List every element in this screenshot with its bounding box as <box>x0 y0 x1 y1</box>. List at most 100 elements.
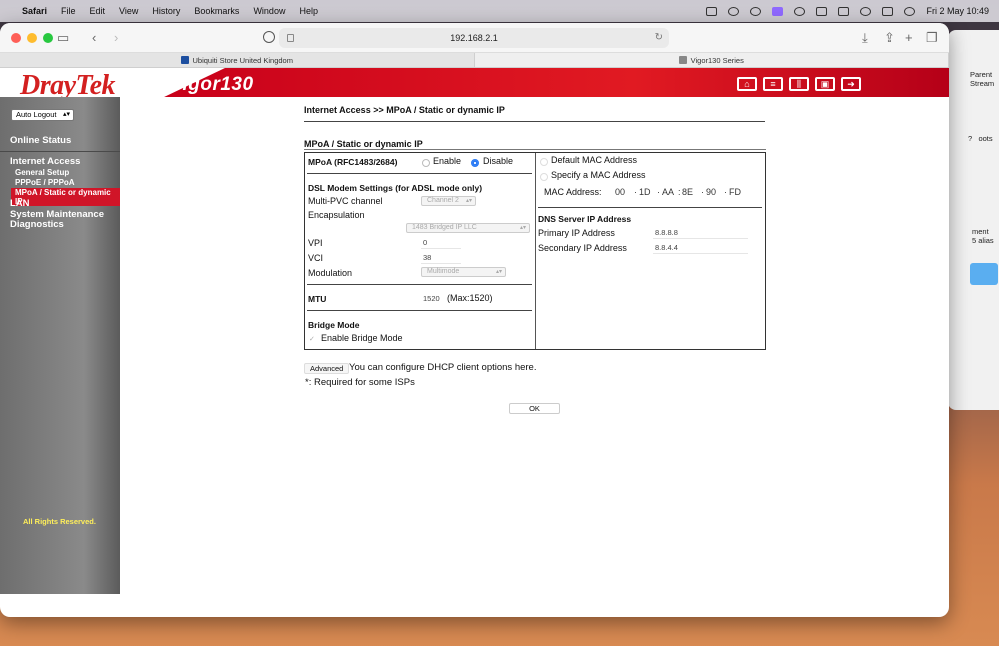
save-icon[interactable]: ▣ <box>815 77 835 91</box>
download-icon[interactable]: ⤓ <box>862 30 868 46</box>
header-icons: ⌂ ≡ ⫼ ▣ ➜ <box>737 77 861 91</box>
section-title: MPoA / Static or dynamic IP <box>304 139 423 149</box>
settings-panel: MPoA (RFC1483/2684) Enable Disable DSL M… <box>304 152 766 350</box>
primary-dns-label: Primary IP Address <box>538 228 615 238</box>
mac-segment-6[interactable]: FD <box>729 187 741 197</box>
mpoa-label: MPoA (RFC1483/2684) <box>308 157 398 167</box>
bridge-mode-label[interactable]: Enable Bridge Mode <box>321 333 403 343</box>
new-tab-icon[interactable]: + <box>905 30 913 45</box>
select-arrow-icon: ▴▾ <box>62 111 70 118</box>
encapsulation-select[interactable]: 1483 Bridged IP LLC ▴▾ <box>406 223 530 233</box>
dsl-title: DSL Modem Settings (for ADSL mode only) <box>308 183 483 193</box>
menu-history[interactable]: History <box>152 6 180 16</box>
select-arrow-icon: ▴▾ <box>465 198 472 204</box>
settings-icon[interactable]: ⫼ <box>789 77 809 91</box>
user-icon[interactable] <box>794 6 806 16</box>
back-icon[interactable]: ‹ <box>92 30 96 45</box>
nav-lan[interactable]: LAN <box>10 198 30 209</box>
mac-segment-1[interactable]: 00 <box>615 187 625 197</box>
peek-text: Parent Stream <box>970 70 995 88</box>
mtu-input[interactable]: 1520 <box>421 294 443 305</box>
mac-segment-2[interactable]: 1D <box>639 187 651 197</box>
panel-divider <box>535 153 536 349</box>
logout-icon[interactable]: ➜ <box>841 77 861 91</box>
menu-view[interactable]: View <box>119 6 138 16</box>
menu-edit[interactable]: Edit <box>90 6 106 16</box>
mac-separator: · <box>634 187 637 197</box>
reload-icon[interactable]: ↻ <box>655 28 663 48</box>
vci-input[interactable]: 38 <box>421 253 461 264</box>
channel-select[interactable]: Channel 2 ▴▾ <box>421 196 476 206</box>
default-mac-radio[interactable] <box>540 158 548 166</box>
row-divider <box>307 284 532 285</box>
page-icon <box>287 34 294 42</box>
primary-dns-input[interactable]: 8.8.8.8 <box>653 228 748 239</box>
bridge-mode-checkbox[interactable]: ✓ <box>309 336 316 343</box>
row-divider <box>307 310 532 311</box>
vpi-input[interactable]: 0 <box>421 238 461 249</box>
siri-icon[interactable] <box>904 6 916 16</box>
mac-segment-3[interactable]: AA <box>662 187 674 197</box>
specify-mac-radio[interactable] <box>540 173 548 181</box>
modulation-select[interactable]: Multimode ▴▾ <box>421 267 506 277</box>
enable-label[interactable]: Enable <box>433 156 461 166</box>
peek-text: ? oots <box>968 134 993 143</box>
default-mac-label[interactable]: Default MAC Address <box>551 155 637 165</box>
screen-mirror-icon[interactable] <box>772 6 784 16</box>
multi-pvc-label: Multi-PVC channel <box>308 196 383 206</box>
fullscreen-window-button[interactable] <box>43 32 53 43</box>
modulation-label: Modulation <box>308 268 353 278</box>
nav-diagnostics[interactable]: Diagnostics <box>10 219 64 230</box>
nav-pppoe[interactable]: PPPoE / PPPoA <box>15 178 75 187</box>
cloud-icon[interactable] <box>728 6 740 16</box>
select-arrow-icon: ▴▾ <box>519 225 526 231</box>
tab-ubiquiti[interactable]: Ubiquiti Store United Kingdom <box>0 53 475 67</box>
disable-label[interactable]: Disable <box>483 156 513 166</box>
tab-overview-icon[interactable]: ❐ <box>926 30 938 46</box>
mpoa-disable-radio[interactable] <box>471 159 479 167</box>
menu-bar: Safari File Edit View History Bookmarks … <box>0 0 999 22</box>
address-bar[interactable]: 192.168.2.1 ↻ <box>279 28 669 48</box>
share-icon[interactable]: ⇪ <box>884 30 895 46</box>
background-window[interactable]: Parent Stream ? oots ment 5 alias <box>948 30 999 410</box>
search-icon[interactable] <box>860 6 872 16</box>
ubiquiti-favicon-icon <box>180 56 189 64</box>
auto-logout-select[interactable]: Auto Logout ▴▾ <box>11 109 74 121</box>
close-window-button[interactable] <box>11 32 21 43</box>
select-arrow-icon: ▴▾ <box>495 269 502 275</box>
menu-help[interactable]: Help <box>299 6 318 16</box>
battery-icon[interactable] <box>816 6 828 16</box>
quick-start-icon[interactable]: ≡ <box>763 77 783 91</box>
advanced-button[interactable]: Advanced <box>304 363 350 374</box>
browser-toolbar: ▭ ‹ › 192.168.2.1 ↻ ⤓ ⇪ + ❐ <box>0 23 949 53</box>
display-icon[interactable] <box>706 6 718 16</box>
forward-icon[interactable]: › <box>114 30 118 45</box>
home-icon[interactable]: ⌂ <box>737 77 757 91</box>
nav-internet-access[interactable]: Internet Access <box>10 156 80 167</box>
menu-file[interactable]: File <box>61 6 76 16</box>
menu-bookmarks[interactable]: Bookmarks <box>194 6 239 16</box>
specify-mac-label[interactable]: Specify a MAC Address <box>551 170 646 180</box>
menu-safari[interactable]: Safari <box>22 6 47 16</box>
ok-button[interactable]: OK <box>509 403 560 414</box>
mpoa-enable-radio[interactable] <box>422 159 430 167</box>
section-rule <box>304 149 766 150</box>
control-center-icon[interactable] <box>882 6 894 16</box>
sidebar-toggle-icon[interactable]: ▭ <box>57 30 69 46</box>
mac-separator: : <box>678 187 681 197</box>
mac-separator: · <box>657 187 660 197</box>
sync-icon[interactable] <box>750 6 762 16</box>
draytek-favicon-icon <box>678 56 687 64</box>
minimize-window-button[interactable] <box>27 32 37 43</box>
tab-vigor[interactable]: Vigor130 Series <box>474 53 949 67</box>
wifi-off-icon[interactable] <box>838 6 850 16</box>
menu-window[interactable]: Window <box>253 6 285 16</box>
privacy-icon[interactable] <box>263 31 275 43</box>
clock[interactable]: Fri 2 May 10:49 <box>926 6 989 16</box>
secondary-dns-input[interactable]: 8.8.4.4 <box>653 243 748 254</box>
mac-separator: · <box>701 187 704 197</box>
nav-online-status[interactable]: Online Status <box>10 135 71 146</box>
nav-general-setup[interactable]: General Setup <box>15 168 69 177</box>
mac-segment-5[interactable]: 90 <box>706 187 716 197</box>
mac-segment-4[interactable]: 8E <box>682 187 693 197</box>
